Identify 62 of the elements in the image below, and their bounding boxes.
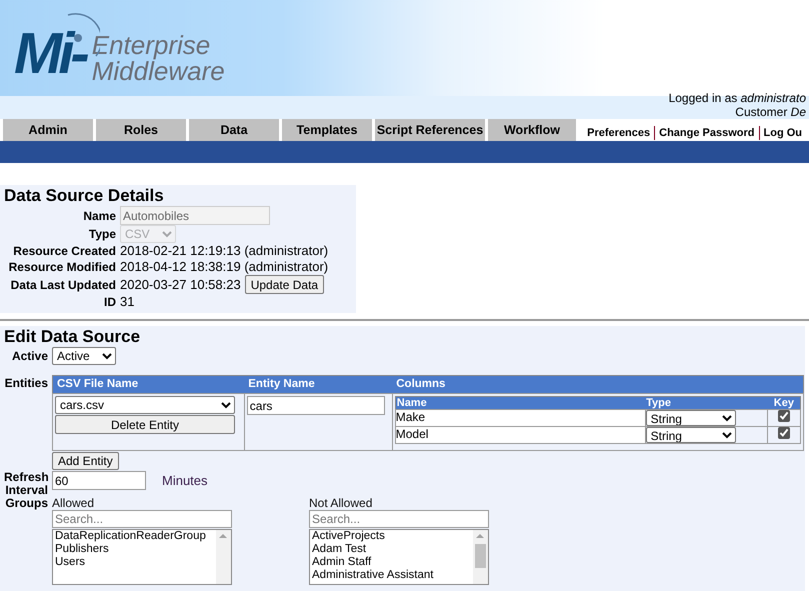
list-item[interactable]: DataReplicationReaderGroup xyxy=(53,530,216,543)
group-listbox[interactable]: ActiveProjects Adam Test Admin Staff Administrative Assistant xyxy=(309,529,489,585)
list-item[interactable]: Administrative Assistant xyxy=(310,569,473,582)
unit-label: Minutes xyxy=(162,473,208,488)
section-title: Data Source Details xyxy=(4,186,165,206)
user-link[interactable]: Preferences xyxy=(583,126,654,140)
nav-tab[interactable]: Templates xyxy=(282,119,372,141)
field-label: Data Last Updated xyxy=(10,276,116,292)
list-item[interactable]: Adam Test xyxy=(310,543,473,556)
field-label: Type xyxy=(88,226,116,242)
scrollbar[interactable] xyxy=(473,530,488,584)
update-data-button[interactable]: Update Data xyxy=(244,275,324,294)
column-header: Type xyxy=(645,396,768,410)
nav-tab[interactable]: Workflow xyxy=(488,119,576,141)
field-label: Active xyxy=(10,350,48,362)
field-value: 2020-03-27 10:58:23 xyxy=(120,276,241,292)
refresh-input[interactable]: 60 xyxy=(52,471,146,490)
entity-name-input[interactable]: cars xyxy=(246,396,385,415)
list-item[interactable]: Publishers xyxy=(53,543,216,556)
search-field[interactable]: Search... xyxy=(309,510,489,528)
logged-in-text: Logged in as administrato xyxy=(668,91,806,105)
customer-text: Customer De xyxy=(735,105,806,119)
field-label: Groups xyxy=(4,497,48,512)
field-label: Entities xyxy=(4,377,48,392)
section-title: Edit Data Source xyxy=(4,327,142,347)
field-label: Resource Created xyxy=(12,243,116,259)
type-select[interactable]: String xyxy=(646,410,736,426)
nav-tab[interactable]: Data xyxy=(189,119,279,141)
nav-tab[interactable]: Script References xyxy=(375,119,485,141)
list-title: Allowed xyxy=(52,497,96,510)
field-label: Name xyxy=(82,208,116,224)
table-cell: Model xyxy=(395,426,646,444)
field-value: 31 xyxy=(120,294,136,310)
field-label: Refresh Interval xyxy=(4,471,48,497)
field-value: 2018-02-21 12:19:13 (administrator) xyxy=(120,243,330,259)
nav-tab[interactable]: Roles xyxy=(96,119,186,141)
field-label: Resource Modified xyxy=(8,259,116,275)
user-link[interactable]: Change Password xyxy=(654,126,758,140)
nav-tab[interactable]: Admin xyxy=(3,119,93,141)
type-select[interactable]: String xyxy=(646,427,736,443)
active-select[interactable]: Active xyxy=(52,347,116,365)
list-item[interactable]: ActiveProjects xyxy=(310,530,473,543)
search-field[interactable]: Search... xyxy=(52,510,232,528)
field-value: 2018-04-12 18:38:19 (administrator) xyxy=(120,259,330,275)
user-link[interactable]: Log Ou xyxy=(758,126,806,140)
add-entity-button[interactable]: Add Entity xyxy=(52,452,119,470)
list-title: Not Allowed xyxy=(309,497,374,510)
column-header: Name xyxy=(395,396,646,410)
list-item[interactable]: Admin Staff xyxy=(310,556,473,569)
column-header: Key xyxy=(768,396,800,410)
delete-entity-button[interactable]: Delete Entity xyxy=(55,415,235,434)
scrollbar[interactable] xyxy=(216,530,231,584)
key-checkbox[interactable] xyxy=(778,410,790,422)
column-header: Columns xyxy=(392,376,804,394)
column-header: CSV File Name xyxy=(52,376,244,394)
file-select[interactable]: cars.csv xyxy=(55,396,235,414)
table-cell: Make xyxy=(395,410,646,426)
list-item[interactable]: Users xyxy=(53,556,216,569)
group-listbox[interactable]: DataReplicationReaderGroup Publishers Users xyxy=(52,529,232,585)
key-checkbox[interactable] xyxy=(778,427,790,439)
field-label: ID xyxy=(103,294,116,310)
column-header: Entity Name xyxy=(244,376,392,394)
